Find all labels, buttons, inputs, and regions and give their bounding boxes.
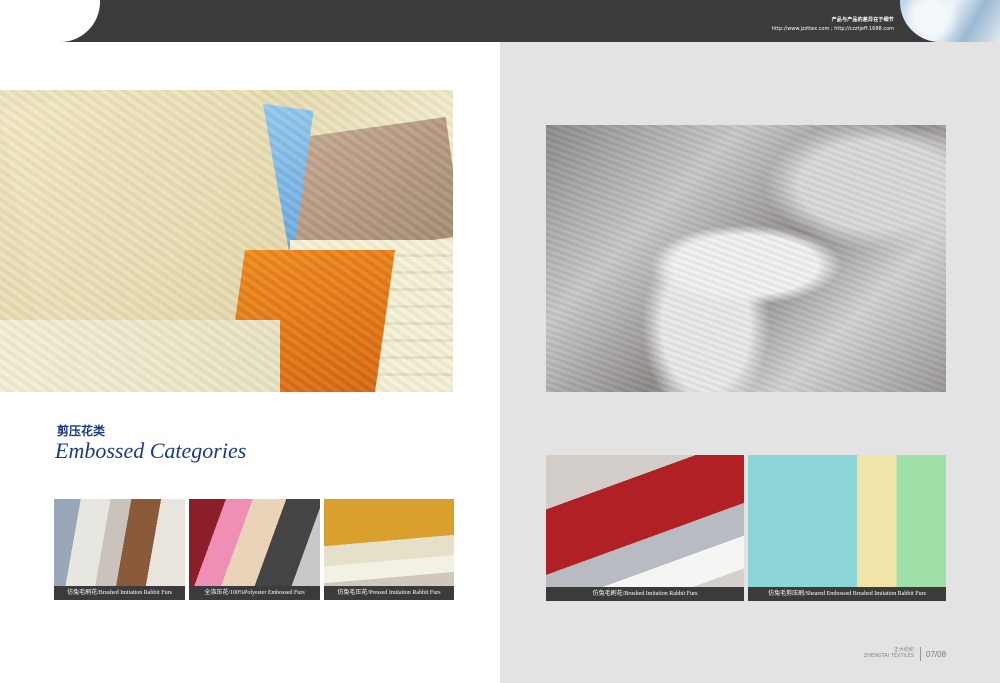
thumbnail-brushed-rabbit-right: 仿兔毛刷花/Brushed Imitation Rabbit Furs (546, 455, 744, 601)
thumbnail-sheared-embossed: 仿兔毛剪压刷/Sheared Embossed Brushed Imitatio… (748, 455, 946, 601)
left-header-bar (0, 0, 500, 42)
section-title-cn: 剪压花类 (57, 424, 106, 438)
thumbnail-caption: 仿兔毛剪压刷/Sheared Embossed Brushed Imitatio… (748, 587, 946, 601)
thumbnail-pressed-rabbit: 仿兔毛压花/Pressed Imitation Rabbit Furs (324, 499, 454, 600)
page-numbers: 07/08 (926, 650, 947, 659)
header-slogan: 产品与产品的差异在于细节 (831, 17, 894, 23)
embossed-furs-hero-photo (0, 90, 453, 392)
footer-brand-en: ZHENGTAI TEXTILES (863, 653, 914, 659)
thumbnail-polyester-embossed: 全涤压花/100%Polyester Embossed Furs (189, 499, 320, 600)
thumbnail-caption: 仿兔毛刷花/Brushed Imitation Rabbit Furs (54, 586, 185, 600)
header-urls: http://www.jzzttex.com ; http://czztjeff… (771, 26, 894, 32)
footer-divider (920, 647, 921, 661)
thumbnail-brushed-rabbit: 仿兔毛刷花/Brushed Imitation Rabbit Furs (54, 499, 185, 600)
thumbnail-caption: 仿兔毛压花/Pressed Imitation Rabbit Furs (324, 586, 454, 600)
section-title-en: Embossed Categories (55, 438, 247, 463)
header-curve-decoration (0, 0, 100, 42)
thumbnail-caption: 全涤压花/100%Polyester Embossed Furs (189, 586, 320, 600)
footer-brand: 正大纺织 ZHENGTAI TEXTILES (862, 647, 914, 659)
thumbnail-caption: 仿兔毛刷花/Brushed Imitation Rabbit Furs (546, 587, 744, 601)
grey-fox-fur-photo (546, 125, 946, 392)
